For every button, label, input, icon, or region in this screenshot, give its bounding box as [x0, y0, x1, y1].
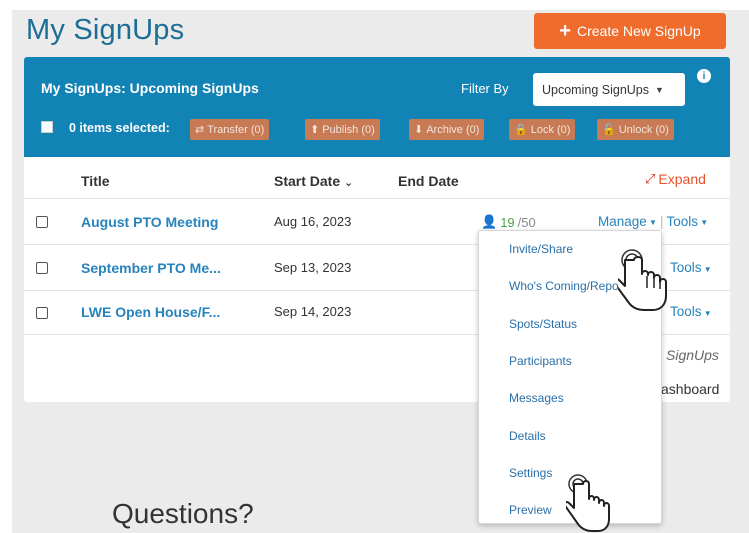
caret-down-icon: ▼ — [655, 84, 664, 95]
create-new-signup-button[interactable]: + Create New SignUp — [534, 13, 726, 49]
row-checkbox[interactable] — [36, 216, 48, 228]
filter-select-value: Upcoming SignUps — [542, 82, 649, 97]
menu-item-preview[interactable]: Preview — [509, 503, 552, 517]
signup-start-date: Aug 16, 2023 — [274, 214, 352, 229]
panel-title: My SignUps: Upcoming SignUps — [41, 80, 259, 96]
menu-item-whos-coming-report[interactable]: Who's Coming/Report — [509, 279, 626, 293]
expand-arrows-icon: ⤢ — [645, 171, 656, 186]
filter-label: Filter By — [461, 81, 509, 96]
info-icon[interactable]: i — [697, 69, 711, 83]
expand-label: Expand — [658, 171, 706, 187]
transfer-button[interactable]: ⇄ Transfer (0) — [190, 119, 270, 140]
caret-down-icon: ▼ — [701, 309, 712, 318]
transfer-icon: ⇄ — [195, 124, 205, 136]
hand-pointer-icon — [618, 249, 667, 311]
lock-button[interactable]: 🔒 Lock (0) — [509, 119, 576, 140]
unlock-label: Unlock (0) — [618, 123, 669, 136]
count-total: /50 — [517, 214, 536, 230]
lock-icon: 🔒 — [514, 124, 528, 136]
lock-label: Lock (0) — [530, 123, 571, 136]
row-checkbox[interactable] — [36, 307, 48, 319]
panel-header: My SignUps: Upcoming SignUps Filter By U… — [24, 57, 730, 157]
plus-icon: + — [559, 20, 571, 42]
items-selected-label: 0 items selected: — [69, 121, 170, 135]
archive-label: Archive (0) — [426, 123, 480, 136]
start-date-label: Start Date — [274, 173, 341, 189]
caret-down-icon: ▼ — [701, 265, 712, 274]
tools-dropdown[interactable]: Tools ▼ — [666, 214, 708, 229]
caret-down-icon: ▼ — [697, 217, 709, 227]
questions-heading: Questions? — [112, 498, 254, 529]
transfer-label: Transfer (0) — [207, 123, 265, 136]
count-done: 19 — [500, 214, 515, 230]
row-actions: Manage ▼ | Tools ▼ — [598, 214, 708, 229]
menu-item-spots-status[interactable]: Spots/Status — [509, 317, 577, 331]
signup-count: 👤 19/50 — [481, 214, 536, 230]
publish-button[interactable]: ⬆ Publish (0) — [305, 119, 380, 140]
publish-label: Publish (0) — [322, 123, 375, 136]
separator: | — [659, 214, 664, 229]
hand-pointer-icon — [566, 474, 610, 532]
expand-link[interactable]: ⤢ Expand — [645, 171, 706, 187]
manage-dropdown[interactable]: Manage ▼ — [598, 214, 657, 229]
view-signups-link[interactable]: SignUps — [666, 347, 719, 363]
signup-title-link[interactable]: September PTO Me... — [81, 260, 221, 276]
menu-item-messages[interactable]: Messages — [509, 391, 564, 405]
column-header-end-date[interactable]: End Date — [398, 173, 459, 189]
signup-start-date: Sep 14, 2023 — [274, 304, 352, 319]
caret-down-icon: ▼ — [646, 217, 657, 227]
page-title: My SignUps — [26, 14, 185, 46]
dashboard-link[interactable]: ashboard — [661, 381, 719, 397]
signup-title-link[interactable]: August PTO Meeting — [81, 214, 218, 230]
row-divider — [24, 198, 730, 199]
signup-start-date: Sep 13, 2023 — [274, 260, 352, 275]
menu-item-participants[interactable]: Participants — [509, 354, 572, 368]
select-all-checkbox[interactable] — [41, 121, 53, 133]
row-checkbox[interactable] — [36, 262, 48, 274]
person-icon: 👤 — [481, 214, 498, 229]
create-button-label: Create New SignUp — [576, 23, 701, 39]
signup-title-link[interactable]: LWE Open House/F... — [81, 304, 220, 320]
publish-icon: ⬆ — [310, 124, 320, 136]
tools-label: Tools — [666, 214, 698, 229]
unlock-button[interactable]: 🔓 Unlock (0) — [597, 119, 674, 140]
menu-item-details[interactable]: Details — [509, 429, 546, 443]
unlock-icon: 🔓 — [602, 124, 616, 136]
archive-button[interactable]: ⬇ Archive (0) — [409, 119, 485, 140]
manage-label: Manage — [598, 214, 647, 229]
archive-icon: ⬇ — [414, 124, 424, 136]
menu-item-settings[interactable]: Settings — [509, 466, 552, 480]
menu-item-invite-share[interactable]: Invite/Share — [509, 242, 573, 256]
column-header-title[interactable]: Title — [81, 173, 110, 189]
column-header-start-date[interactable]: Start Date ⌄ — [274, 173, 353, 189]
chevron-down-icon: ⌄ — [344, 177, 354, 189]
filter-select[interactable]: Upcoming SignUps ▼ — [533, 73, 685, 106]
